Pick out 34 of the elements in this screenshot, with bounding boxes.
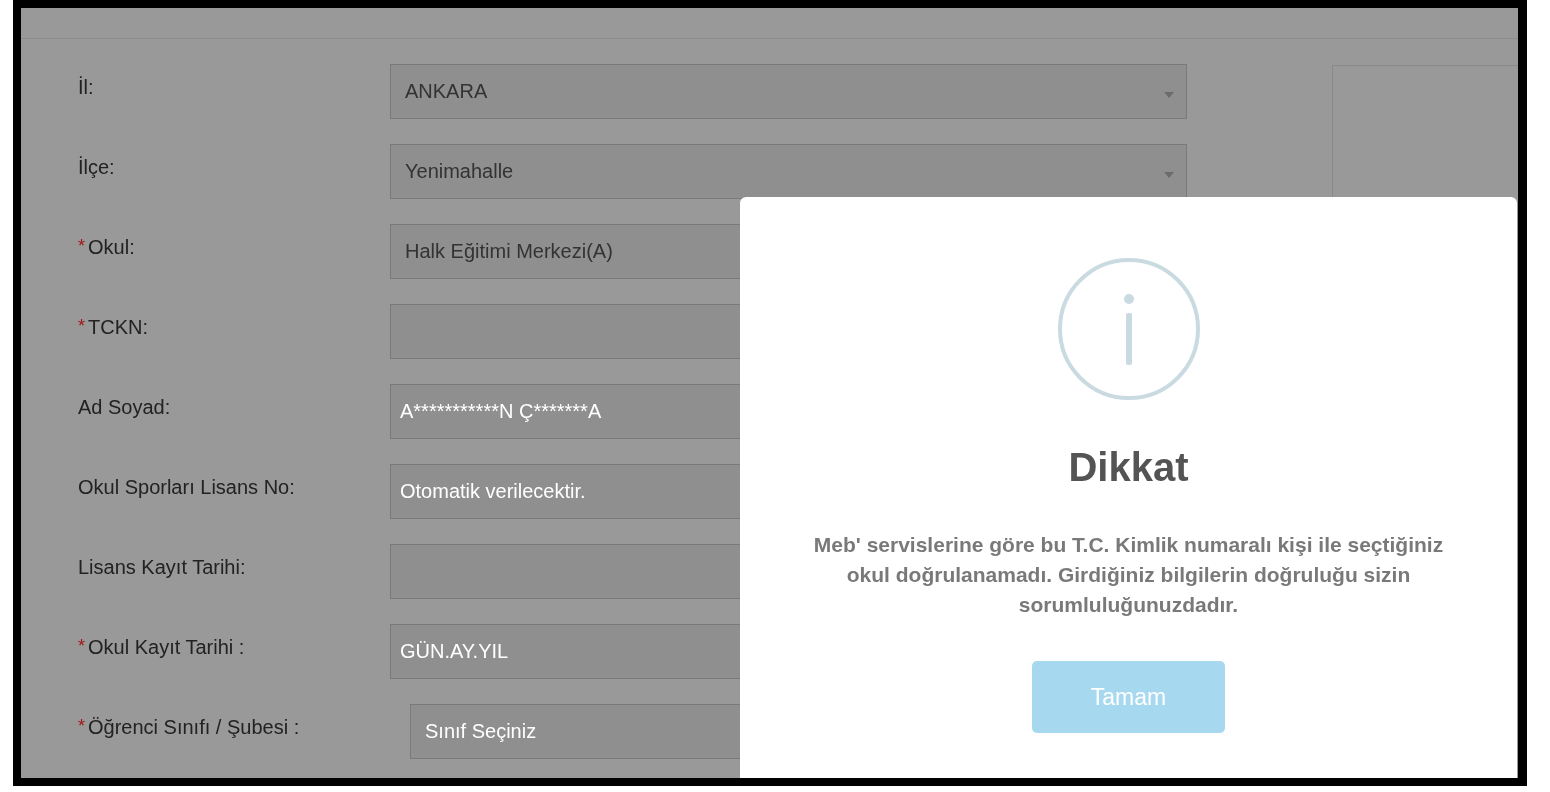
input-field[interactable] (390, 544, 740, 599)
field-value: ANKARA (404, 80, 488, 103)
input-field[interactable] (390, 304, 740, 359)
required-mark: * (78, 716, 85, 738)
field-label: Öğrenci Sınıfı / Şubesi : (88, 716, 300, 739)
info-icon (1056, 257, 1201, 401)
field-placeholder: GÜN.AY.YIL (400, 640, 509, 663)
input-field[interactable]: Otomatik verilecektir. (390, 464, 740, 519)
select-field[interactable]: Sınıf Seçiniz (410, 704, 740, 759)
field-label: İlçe: (78, 156, 115, 179)
select-field[interactable]: Yenimahalle (390, 144, 1187, 199)
input-field[interactable]: GÜN.AY.YIL (390, 624, 740, 679)
field-placeholder: A***********N Ç*******A (400, 400, 602, 423)
field-value: Halk Eğitimi Merkezi(A) (404, 240, 613, 263)
select-field[interactable]: Halk Eğitimi Merkezi(A) (390, 224, 740, 279)
field-value: Yenimahalle (404, 160, 514, 183)
input-field[interactable]: A***********N Ç*******A (390, 384, 740, 439)
field-label: Lisans Kayıt Tarihi: (78, 556, 246, 579)
caret-icon (1164, 171, 1174, 178)
field-placeholder: Sınıf Seçiniz (425, 720, 537, 743)
field-label: İl: (78, 76, 94, 99)
select-field[interactable]: ANKARA (390, 64, 1187, 119)
required-mark: * (78, 236, 85, 258)
dialog-message: Meb' servislerine göre bu T.C. Kimlik numaralı kişi ile seçtiğiniz okul doğrulanamadı. Girdiğiniz bilgilerin doğruluğu sizin sorumluluğunuzdadır. (812, 532, 1445, 618)
dialog-title: Dikkat (1068, 445, 1189, 490)
field-label: Okul Kayıt Tarihi : (88, 636, 245, 659)
caret-icon (1164, 91, 1174, 98)
required-mark: * (78, 636, 85, 658)
field-label: Ad Soyad: (78, 396, 171, 419)
field-label: TCKN: (88, 316, 148, 339)
required-mark: * (78, 316, 85, 338)
field-placeholder: Otomatik verilecektir. (400, 480, 586, 503)
field-label: Okul Sporları Lisans No: (78, 476, 295, 499)
field-label: Okul: (88, 236, 135, 259)
